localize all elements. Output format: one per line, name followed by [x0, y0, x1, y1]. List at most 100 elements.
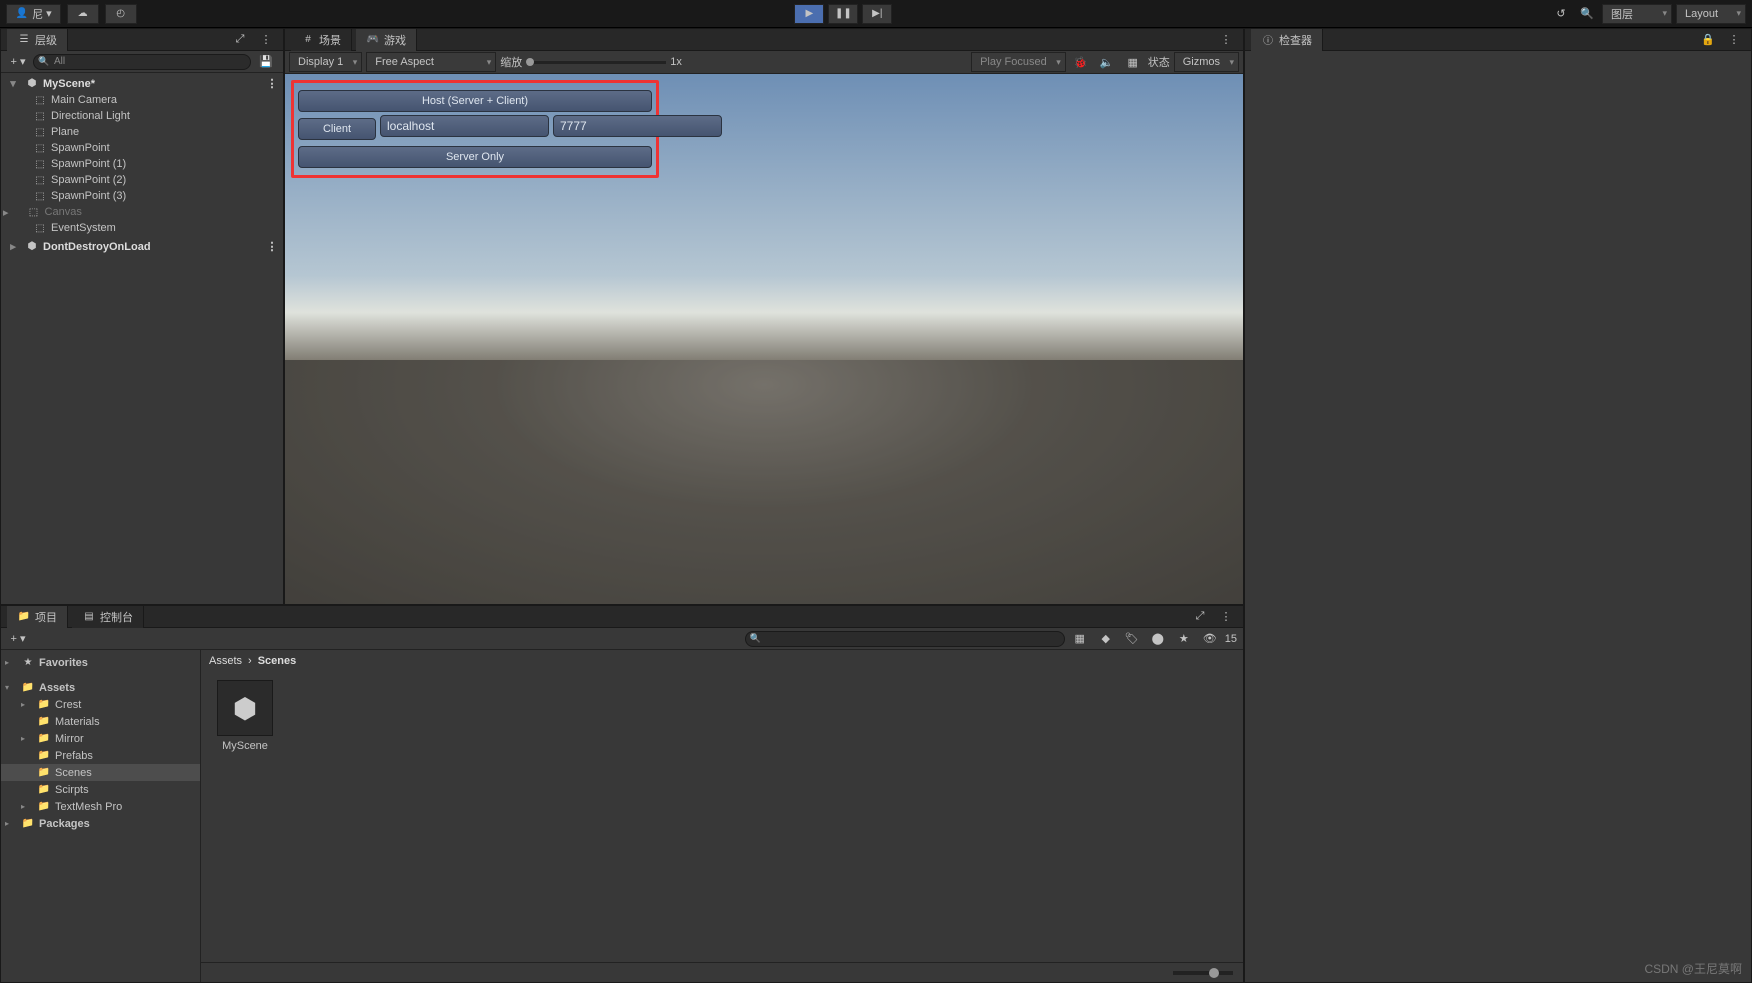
display-dropdown[interactable]: Display 1 [289, 52, 362, 72]
history-button[interactable]: ◴ [105, 4, 137, 24]
stats-button[interactable]: 状态 [1148, 54, 1170, 70]
port-input[interactable] [553, 115, 722, 137]
panel-maximize-button[interactable]: ⤢ [1189, 608, 1211, 626]
scene-menu-button[interactable]: ⋮ [261, 238, 283, 256]
project-folder[interactable]: 📁Materials [1, 713, 200, 730]
hierarchy-save-button[interactable]: 💾 [255, 53, 277, 71]
undo-history-button[interactable]: ↺ [1550, 5, 1572, 23]
scene-menu-button[interactable]: ⋮ [261, 75, 283, 93]
packages-folder[interactable]: ▸📁Packages [1, 815, 200, 832]
project-folder[interactable]: ▸📁TextMesh Pro [1, 798, 200, 815]
folder-icon: 📁 [37, 732, 51, 746]
layers-label: 图层 [1611, 6, 1633, 22]
scene-root[interactable]: ▾⬢ MyScene* ⋮ [1, 75, 283, 92]
favorite-button[interactable]: ★ [1173, 630, 1195, 648]
pause-button[interactable]: ❚❚ [828, 4, 858, 24]
inspector-tab[interactable]: ⓘ检查器 [1251, 29, 1323, 51]
breadcrumb-segment[interactable]: Assets [209, 655, 242, 667]
account-button[interactable]: 👤 尼 ▾ [6, 4, 61, 24]
cloud-button[interactable]: ☁ [67, 4, 99, 24]
chevron-right-icon: › [248, 655, 252, 667]
gizmos-dropdown[interactable]: Gizmos [1174, 52, 1239, 72]
gameobject-row[interactable]: ⬚EventSystem [1, 220, 283, 236]
assets-folder[interactable]: ▾📁Assets [1, 679, 200, 696]
step-button[interactable]: ▶| [862, 4, 892, 24]
inspector-panel: ⓘ检查器 🔒 ⋮ [1244, 28, 1752, 983]
game-tab[interactable]: 🎮游戏 [356, 29, 417, 51]
panel-menu-button[interactable]: ⋮ [1215, 31, 1237, 49]
hierarchy-search-input[interactable]: All [33, 54, 251, 70]
search-label-button[interactable]: 🏷 [1121, 630, 1143, 648]
scene-icon: # [301, 33, 315, 47]
gameobject-row[interactable]: ⬚Directional Light [1, 108, 283, 124]
scale-label: 缩放 [500, 54, 522, 70]
aspect-dropdown[interactable]: Free Aspect [366, 52, 496, 72]
gameobject-row[interactable]: ⬚SpawnPoint (2) [1, 172, 283, 188]
terrain [285, 360, 1243, 604]
cube-icon: ⬚ [33, 109, 47, 123]
scene-dontdestroy[interactable]: ▸⬢ DontDestroyOnLoad ⋮ [1, 238, 283, 255]
cube-icon: ⬚ [27, 205, 41, 219]
frame-debug-button[interactable]: ▦ [1122, 53, 1144, 71]
asset-item[interactable]: ⬢MyScene [209, 680, 281, 954]
gameobject-row[interactable]: ▸⬚Canvas [1, 204, 283, 220]
gameobject-row[interactable]: ⬚Main Camera [1, 92, 283, 108]
account-name: 尼 [32, 6, 43, 22]
panel-menu-button[interactable]: ⋮ [255, 31, 277, 49]
breadcrumb-segment[interactable]: Scenes [258, 655, 297, 667]
folder-icon: 📁 [17, 610, 31, 624]
project-folder[interactable]: ▸📁Crest [1, 696, 200, 713]
panel-menu-button[interactable]: ⋮ [1723, 31, 1745, 49]
search-type-button[interactable]: ◆ [1095, 630, 1117, 648]
project-folder[interactable]: ▸📁Mirror [1, 730, 200, 747]
server-only-button[interactable]: Server Only [298, 146, 652, 168]
game-tab-label: 游戏 [384, 32, 406, 48]
folder-icon: 📁 [37, 783, 51, 797]
inspector-tab-label: 检查器 [1279, 32, 1312, 48]
project-folder[interactable]: 📁Prefabs [1, 747, 200, 764]
cube-icon: ⬚ [33, 189, 47, 203]
project-tab[interactable]: 📁项目 [7, 606, 68, 628]
playfocused-dropdown[interactable]: Play Focused [971, 52, 1066, 72]
top-toolbar: 👤 尼 ▾ ☁ ◴ ▶ ❚❚ ▶| ↺ 🔍 图层 Layout [0, 0, 1752, 28]
gameobject-row[interactable]: ⬚SpawnPoint (1) [1, 156, 283, 172]
favorites-folder[interactable]: ▸★Favorites [1, 654, 200, 671]
panel-menu-button[interactable]: ⋮ [1215, 608, 1237, 626]
lock-button[interactable]: 🔒 [1697, 31, 1719, 49]
gameobject-row[interactable]: ⬚Plane [1, 124, 283, 140]
folder-icon: 📁 [21, 681, 35, 695]
scene-tab[interactable]: #场景 [291, 29, 352, 51]
project-folder[interactable]: 📁Scenes [1, 764, 200, 781]
gameobject-row[interactable]: ⬚SpawnPoint (3) [1, 188, 283, 204]
mute-button[interactable]: 🔈 [1096, 53, 1118, 71]
scale-slider[interactable] [526, 61, 666, 64]
thumbnail-zoom-slider[interactable] [1173, 971, 1233, 975]
hidden-toggle[interactable]: 👁 [1199, 630, 1221, 648]
play-icon: ▶ [802, 7, 816, 21]
clock-icon: ◴ [114, 7, 128, 21]
client-button[interactable]: Client [298, 118, 376, 140]
project-search-input[interactable] [745, 631, 1065, 647]
search-log-button[interactable]: ⬤ [1147, 630, 1169, 648]
create-asset-button[interactable]: + ▾ [7, 630, 29, 648]
hierarchy-tab[interactable]: ☰层级 [7, 29, 68, 51]
cloud-icon: ☁ [76, 7, 90, 21]
hidden-count: 15 [1225, 633, 1237, 645]
cube-icon: ⬚ [33, 93, 47, 107]
game-viewport[interactable]: Host (Server + Client) Client Server Onl… [285, 74, 1243, 604]
layers-dropdown[interactable]: 图层 [1602, 4, 1672, 24]
project-folder[interactable]: 📁Scirpts [1, 781, 200, 798]
play-button[interactable]: ▶ [794, 4, 824, 24]
panel-maximize-button[interactable]: ⤢ [229, 31, 251, 49]
search-filter-button[interactable]: ▦ [1069, 630, 1091, 648]
global-search-button[interactable]: 🔍 [1576, 5, 1598, 23]
console-tab[interactable]: ▤控制台 [72, 606, 144, 628]
host-address-input[interactable] [380, 115, 549, 137]
debug-icon[interactable]: 🐞 [1070, 53, 1092, 71]
gameobject-row[interactable]: ⬚SpawnPoint [1, 140, 283, 156]
pause-icon: ❚❚ [836, 7, 850, 21]
host-button[interactable]: Host (Server + Client) [298, 90, 652, 112]
layout-dropdown[interactable]: Layout [1676, 4, 1746, 24]
user-icon: 👤 [15, 7, 29, 21]
create-button[interactable]: + ▾ [7, 53, 29, 71]
